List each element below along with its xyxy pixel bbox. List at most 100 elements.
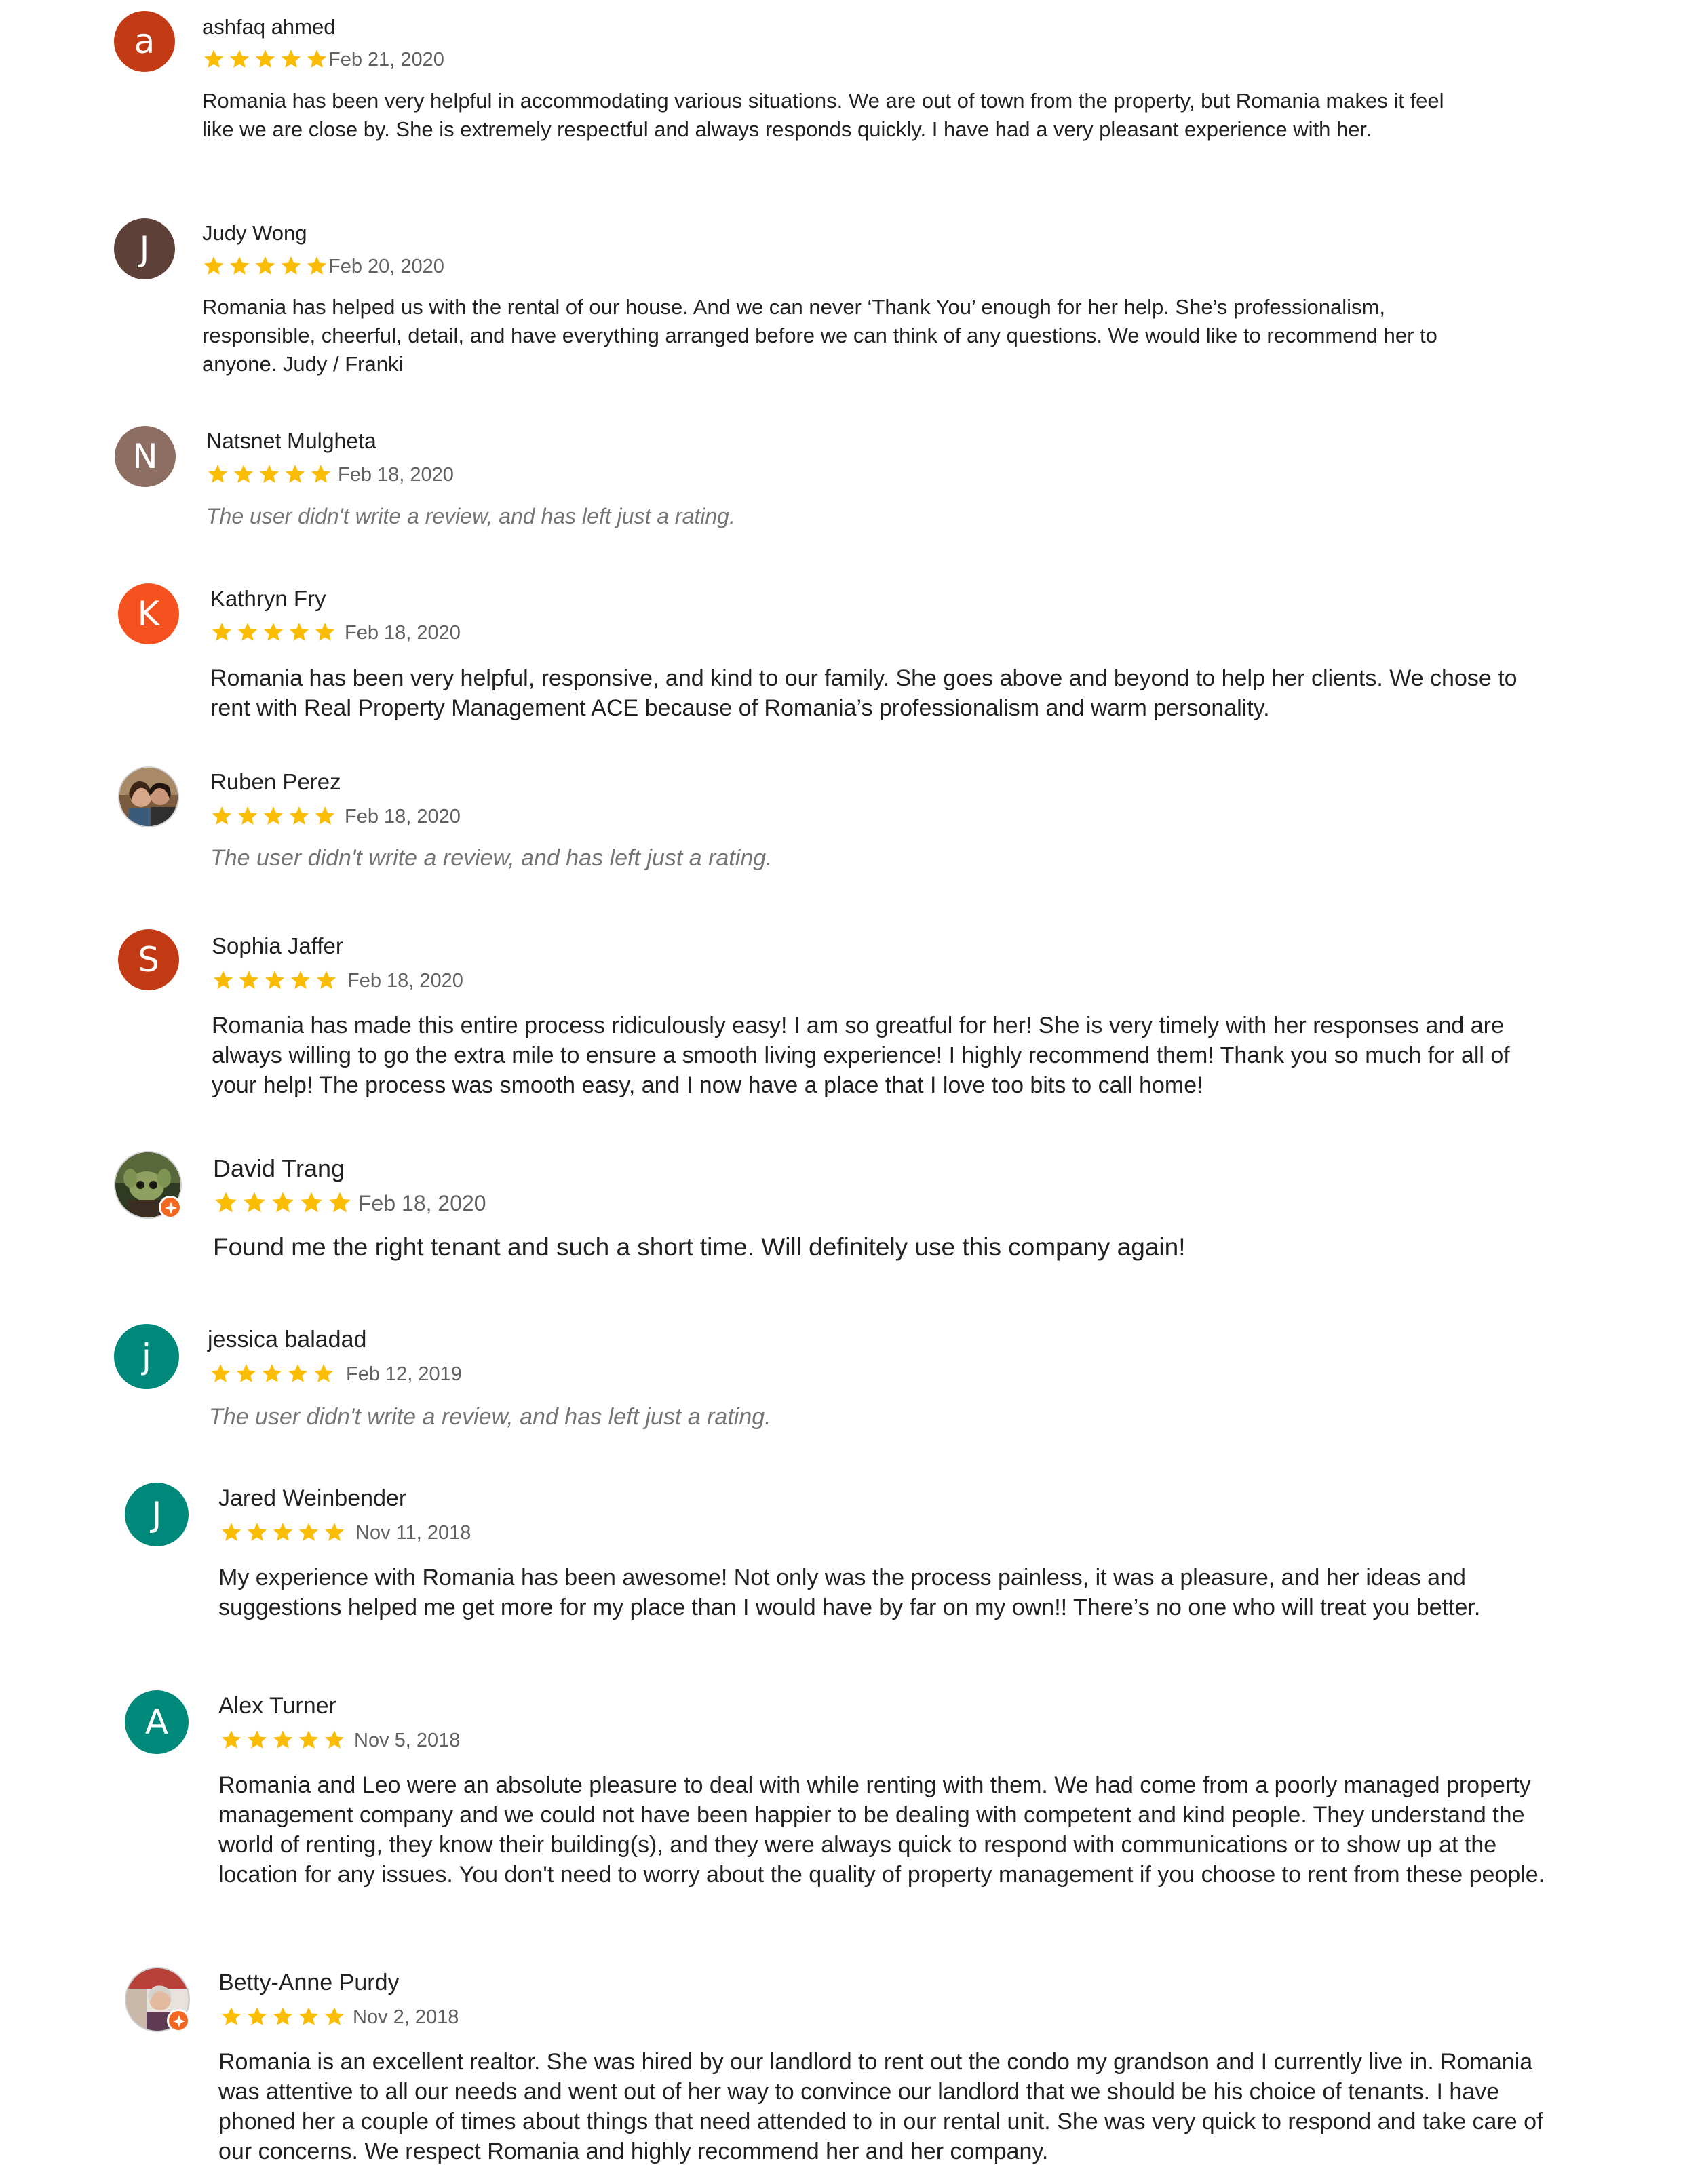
star-icon [204, 50, 224, 68]
star-icon [247, 1730, 267, 1749]
star-icon [247, 1523, 267, 1541]
reviewer-name[interactable]: ashfaq ahmed [202, 15, 335, 39]
star-icon [316, 971, 336, 989]
star-icon [273, 2007, 293, 2025]
star-icon [233, 465, 254, 483]
star-icon [263, 806, 284, 825]
avatar[interactable]: N [115, 426, 176, 487]
avatar[interactable]: K [118, 583, 179, 644]
star-icon [247, 2007, 267, 2025]
profile-photo [119, 768, 178, 826]
review-date: Feb 18, 2020 [347, 970, 463, 992]
reviewer-name[interactable]: Judy Wong [202, 221, 307, 246]
star-icon [324, 2007, 345, 2025]
star-icon [239, 971, 259, 989]
review-date: Feb 18, 2020 [338, 464, 454, 486]
star-icon [307, 50, 327, 68]
reviewer-name[interactable]: David Trang [213, 1154, 345, 1183]
review-date: Feb 12, 2019 [346, 1363, 462, 1385]
star-icon [288, 1364, 308, 1382]
star-icon [229, 50, 250, 68]
review-date: Feb 20, 2020 [328, 256, 444, 277]
avatar[interactable] [118, 766, 179, 827]
star-icon [329, 1192, 351, 1213]
star-rating [220, 1728, 349, 1751]
reviewer-name[interactable]: Natsnet Mulgheta [206, 429, 376, 454]
star-icon [229, 256, 250, 275]
star-rating [213, 1190, 355, 1213]
star-icon [311, 465, 331, 483]
star-rating [212, 969, 341, 992]
reviewer-name[interactable]: Kathryn Fry [210, 586, 326, 612]
avatar[interactable] [125, 1967, 190, 2032]
star-icon [263, 623, 284, 641]
review-text: Romania has been very helpful in accommo… [202, 89, 1444, 141]
reviewer-name[interactable]: Sophia Jaffer [212, 933, 343, 959]
star-icon [290, 971, 311, 989]
star-icon [221, 1523, 241, 1541]
star-icon [301, 1192, 322, 1213]
star-icon [255, 50, 275, 68]
review-date: Feb 18, 2020 [345, 622, 461, 644]
reviewer-name[interactable]: Betty-Anne Purdy [218, 1970, 399, 1996]
star-icon [272, 1192, 294, 1213]
star-icon [262, 1364, 282, 1382]
star-rating [220, 2005, 349, 2028]
star-icon [313, 1364, 334, 1382]
star-icon [273, 1730, 293, 1749]
star-icon [281, 256, 301, 275]
star-icon [324, 1730, 345, 1749]
reviewer-name[interactable]: jessica baladad [208, 1327, 366, 1353]
local-guide-badge-icon [159, 1196, 182, 1219]
review-date: Nov 11, 2018 [355, 1522, 471, 1544]
star-icon [289, 623, 309, 641]
reviewer-name[interactable]: Jared Weinbender [218, 1485, 406, 1512]
review-text: The user didn't write a review, and has … [209, 1404, 771, 1430]
reviewer-name[interactable]: Ruben Perez [210, 769, 341, 795]
star-icon [265, 971, 285, 989]
review-date: Feb 18, 2020 [358, 1191, 486, 1215]
avatar[interactable]: A [125, 1690, 189, 1754]
star-icon [213, 971, 233, 989]
star-icon [289, 806, 309, 825]
star-icon [244, 1192, 265, 1213]
star-icon [315, 806, 335, 825]
review-text: Romania and Leo were an absolute pleasur… [218, 1772, 1545, 1888]
star-icon [298, 2007, 319, 2025]
star-icon [307, 256, 327, 275]
star-rating [209, 1362, 338, 1385]
review-text: Romania has made this entire process rid… [212, 1013, 1510, 1098]
local-guide-badge-icon [167, 2009, 190, 2032]
star-rating [210, 621, 339, 644]
review-text: Romania has helped us with the rental of… [202, 295, 1437, 376]
review-date: Feb 18, 2020 [345, 806, 461, 827]
avatar[interactable]: J [114, 218, 175, 279]
avatar[interactable]: j [114, 1324, 179, 1389]
star-rating [210, 804, 339, 827]
review-text: Romania is an excellent realtor. She was… [218, 2049, 1543, 2164]
star-icon [237, 623, 258, 641]
star-icon [324, 1523, 345, 1541]
star-icon [273, 1523, 293, 1541]
reviewer-name[interactable]: Alex Turner [218, 1693, 336, 1719]
star-rating [220, 1521, 349, 1544]
avatar[interactable]: J [125, 1483, 189, 1546]
star-icon [221, 2007, 241, 2025]
star-icon [259, 465, 279, 483]
star-icon [212, 806, 232, 825]
star-icon [221, 1730, 241, 1749]
avatar[interactable]: a [114, 11, 175, 72]
star-icon [298, 1730, 319, 1749]
star-icon [215, 1192, 237, 1213]
star-icon [212, 623, 232, 641]
avatar[interactable]: S [118, 929, 179, 990]
review-text: Romania has been very helpful, responsiv… [210, 665, 1517, 721]
star-icon [208, 465, 228, 483]
avatar[interactable] [114, 1151, 182, 1219]
star-rating [202, 254, 331, 277]
star-icon [237, 806, 258, 825]
review-date: Feb 21, 2020 [328, 49, 444, 71]
review-date: Nov 5, 2018 [354, 1730, 461, 1751]
star-icon [285, 465, 305, 483]
star-rating [206, 463, 335, 486]
